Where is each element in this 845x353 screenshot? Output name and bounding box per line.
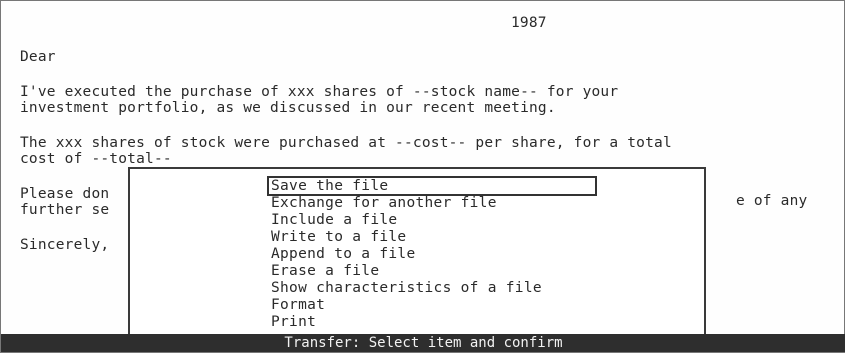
letter-date: 1987 bbox=[511, 15, 547, 31]
letter-line: The xxx shares of stock were purchased a… bbox=[20, 135, 672, 151]
menu-item-append-file[interactable]: Append to a file bbox=[271, 246, 415, 262]
letter-line: cost of --total-- bbox=[20, 151, 172, 167]
terminal-screen: 1987 Dear I've executed the purchase of … bbox=[0, 0, 845, 353]
menu-item-erase-file[interactable]: Erase a file bbox=[271, 263, 379, 279]
status-bar: Transfer: Select item and confirm bbox=[1, 334, 845, 352]
menu-item-show-characteristics[interactable]: Show characteristics of a file bbox=[271, 280, 542, 296]
letter-line: Dear bbox=[20, 49, 56, 65]
letter-line: Sincerely, bbox=[20, 237, 110, 253]
menu-item-format[interactable]: Format bbox=[271, 297, 325, 313]
letter-line: investment portfolio, as we discussed in… bbox=[20, 100, 556, 116]
letter-line: further se bbox=[20, 202, 110, 218]
menu-item-print[interactable]: Print bbox=[271, 314, 316, 330]
menu-item-include-file[interactable]: Include a file bbox=[271, 212, 397, 228]
letter-line: I've executed the purchase of xxx shares… bbox=[20, 84, 619, 100]
menu-item-exchange-file[interactable]: Exchange for another file bbox=[271, 195, 497, 211]
transfer-menu: Save the file Exchange for another file … bbox=[128, 167, 706, 335]
letter-line: Please don bbox=[20, 186, 110, 202]
letter-line-partial: e of any bbox=[736, 193, 808, 209]
menu-item-save-the-file[interactable]: Save the file bbox=[267, 176, 597, 196]
menu-item-write-file[interactable]: Write to a file bbox=[271, 229, 406, 245]
